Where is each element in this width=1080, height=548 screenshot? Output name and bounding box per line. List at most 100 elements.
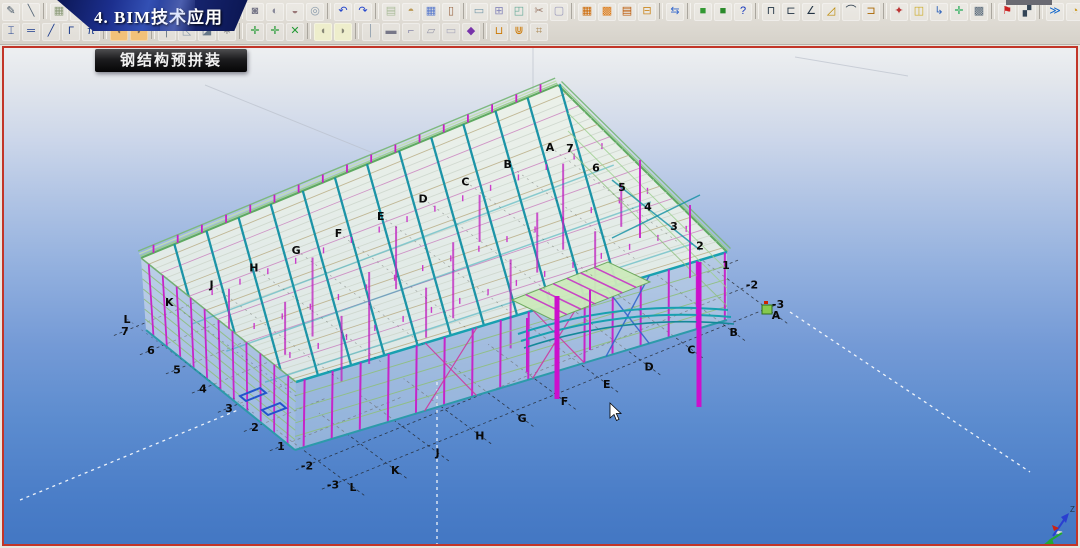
toolbar-separator [883, 3, 887, 19]
scale-x-icon[interactable]: ✕ [286, 23, 304, 41]
model-canvas: LLKKJJHHGGFFEEDDCCBBAA77665544332211-2-2… [2, 46, 1078, 546]
banner-title: 4. BIM技术应用 [94, 3, 223, 28]
bolt-u-icon[interactable]: ⊔ [490, 23, 508, 41]
toolbar-separator [355, 23, 359, 39]
grid-label: 3 [225, 402, 233, 415]
part-polybeam-icon[interactable]: ⌐ [402, 23, 420, 41]
grid-label: 6 [147, 344, 155, 357]
grid-label: E [377, 210, 385, 223]
grid-label: B [504, 158, 512, 171]
open-model-icon[interactable]: ◓ [402, 3, 420, 21]
display-options-icon[interactable]: ◙ [246, 3, 264, 21]
create-bent-icon[interactable]: Γ [62, 23, 80, 41]
undo-icon[interactable]: ↶ [334, 3, 352, 21]
measure-y-icon[interactable]: ⊏ [782, 3, 800, 21]
create-beam-icon[interactable]: ═ [22, 23, 40, 41]
window-new-icon[interactable]: ⊞ [490, 3, 508, 21]
toolbar-separator [43, 3, 47, 19]
grid-label: C [687, 343, 695, 356]
redo-icon[interactable]: ↷ [354, 3, 372, 21]
toolbar-separator [659, 3, 663, 19]
new-document-icon[interactable]: ▤ [382, 3, 400, 21]
grid-label: H [249, 261, 258, 274]
chamfer-b-icon[interactable]: ◗ [334, 23, 352, 41]
pin-point-icon[interactable]: ✦ [890, 3, 908, 21]
grid-label: B [730, 326, 738, 339]
grid-label: A [546, 141, 555, 154]
part-panel-icon[interactable]: ▭ [442, 23, 460, 41]
measure-arc-icon[interactable]: ⌒ [842, 3, 860, 21]
toolbar-separator [239, 23, 243, 39]
grid-label: G [292, 244, 301, 257]
create-column-icon[interactable]: ⌶ [2, 23, 20, 41]
grid-label: -2 [301, 459, 313, 472]
grid-label: 5 [618, 181, 626, 194]
grid-label: 7 [121, 325, 129, 338]
toolbar-separator [571, 3, 575, 19]
part-slab-icon[interactable]: ▱ [422, 23, 440, 41]
create-polybeam-icon[interactable]: ╱ [42, 23, 60, 41]
swap-arrows-icon[interactable]: ⇆ [666, 3, 684, 21]
toolbar-separator [755, 3, 759, 19]
part-beam-icon[interactable]: ▬ [382, 23, 400, 41]
grid-label: -2 [746, 279, 758, 292]
report-1-icon[interactable]: ▦ [578, 3, 596, 21]
copy-xyz-icon[interactable]: ✛ [266, 23, 284, 41]
model-viewport[interactable]: LLKKJJHHGGFFEEDDCCBBAA77665544332211-2-2… [2, 46, 1078, 546]
draw-line-icon[interactable]: ✎ [2, 3, 20, 21]
workpoint-marker[interactable] [762, 301, 772, 314]
object-props-icon[interactable]: ◒ [286, 3, 304, 21]
part-column-icon[interactable]: │ [362, 23, 380, 41]
measure-angle-icon[interactable]: ∠ [802, 3, 820, 21]
report-2-icon[interactable]: ▩ [598, 3, 616, 21]
component-a-icon[interactable]: ■ [694, 3, 712, 21]
component-b-icon[interactable]: ■ [714, 3, 732, 21]
caption-label: 钢结构预拼装 [95, 49, 247, 72]
mouse-cursor [610, 403, 621, 421]
toolbar-separator [991, 3, 995, 19]
move-xyz-icon[interactable]: ✛ [246, 23, 264, 41]
cut-icon[interactable]: ✂ [530, 3, 548, 21]
part-item-icon[interactable]: ◆ [462, 23, 480, 41]
grid-label: -3 [772, 298, 784, 311]
help-icon[interactable]: ? [734, 3, 752, 21]
measure-bolt-icon[interactable]: ⊐ [862, 3, 880, 21]
report-3-icon[interactable]: ▤ [618, 3, 636, 21]
grid-label: 3 [670, 220, 678, 233]
representation-icon[interactable]: ◐ [266, 3, 284, 21]
grid-label: J [435, 447, 440, 460]
pick-arrow-icon[interactable]: ↳ [930, 3, 948, 21]
grid-label: D [645, 361, 654, 374]
flag-check-icon[interactable]: ⚑ [998, 3, 1016, 21]
mesh-rebar-icon[interactable]: ⌗ [530, 23, 548, 41]
measure-x-icon[interactable]: ⊓ [762, 3, 780, 21]
report-4-icon[interactable]: ⊟ [638, 3, 656, 21]
grid-label: C [461, 175, 469, 188]
grid-label: K [165, 296, 174, 309]
add-green-icon[interactable]: ✛ [950, 3, 968, 21]
measure-tri-icon[interactable]: ◿ [822, 3, 840, 21]
lifting-tool-icon[interactable]: ▞ [1018, 3, 1036, 21]
bolt-group-icon[interactable]: ⋓ [510, 23, 528, 41]
clone-object-icon[interactable]: ◫ [910, 3, 928, 21]
export-folder-icon[interactable]: ◔ [1066, 3, 1080, 21]
exit-door-icon[interactable]: ▯ [442, 3, 460, 21]
chamfer-a-icon[interactable]: ◖ [314, 23, 332, 41]
grid-label: 5 [173, 363, 181, 376]
grid-label: 2 [251, 421, 259, 434]
toolbar-separator [687, 3, 691, 19]
fast-forward-icon[interactable]: ≫ [1046, 3, 1064, 21]
grid-label: G [518, 412, 527, 425]
clip-view-icon[interactable]: ◎ [306, 3, 324, 21]
toolbar-separator [463, 3, 467, 19]
window-split-icon[interactable]: ◰ [510, 3, 528, 21]
freehand-line-icon[interactable]: ╲ [22, 3, 40, 21]
save-model-icon[interactable]: ▦ [422, 3, 440, 21]
paste-area-icon[interactable]: ▢ [550, 3, 568, 21]
grid-label: 4 [199, 383, 207, 396]
hatch-page-icon[interactable]: ▩ [970, 3, 988, 21]
ucs-axis-gizmo: Z [1043, 505, 1075, 545]
grid-label: H [475, 429, 484, 442]
window-basic-icon[interactable]: ▭ [470, 3, 488, 21]
grid-label: 7 [566, 142, 574, 155]
